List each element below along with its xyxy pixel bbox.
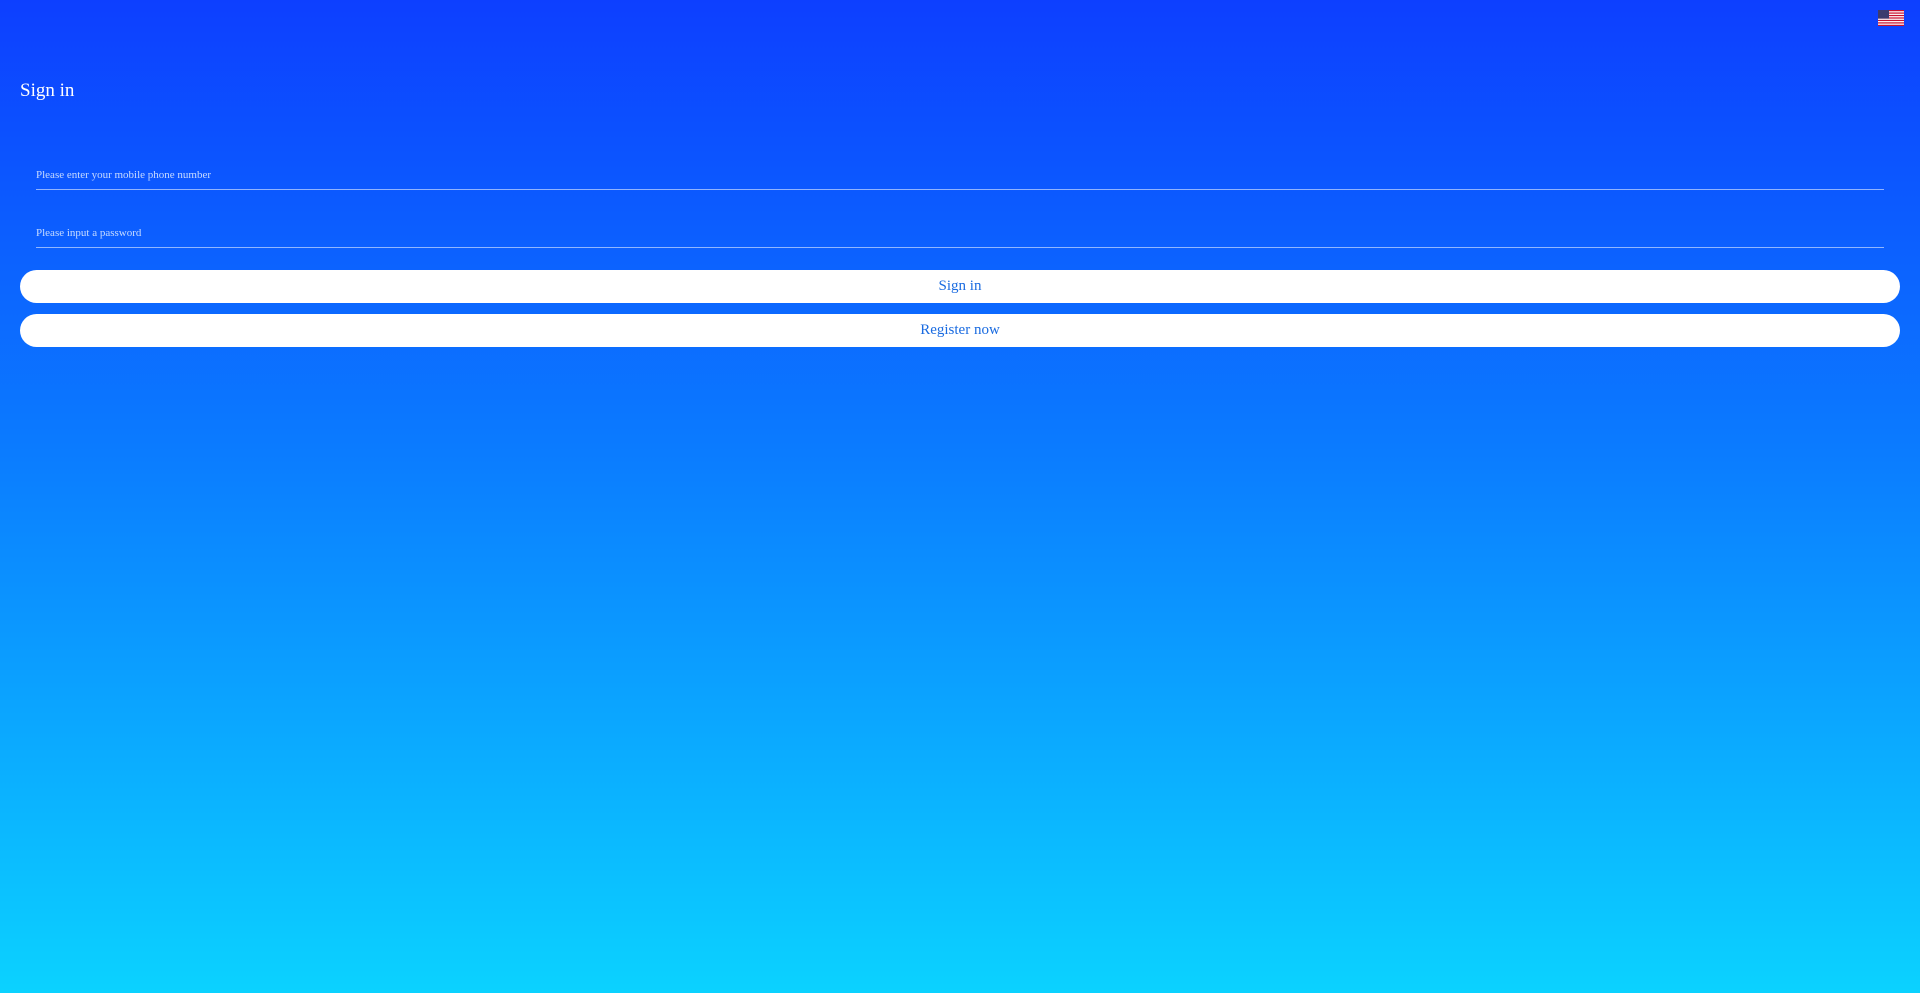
register-now-button[interactable]: Register now (20, 314, 1900, 347)
page-title: Sign in (20, 80, 75, 101)
sign-in-button[interactable]: Sign in (20, 270, 1900, 303)
us-flag-icon[interactable] (1878, 10, 1904, 26)
password-input[interactable] (36, 218, 1884, 248)
phone-number-input[interactable] (36, 160, 1884, 190)
